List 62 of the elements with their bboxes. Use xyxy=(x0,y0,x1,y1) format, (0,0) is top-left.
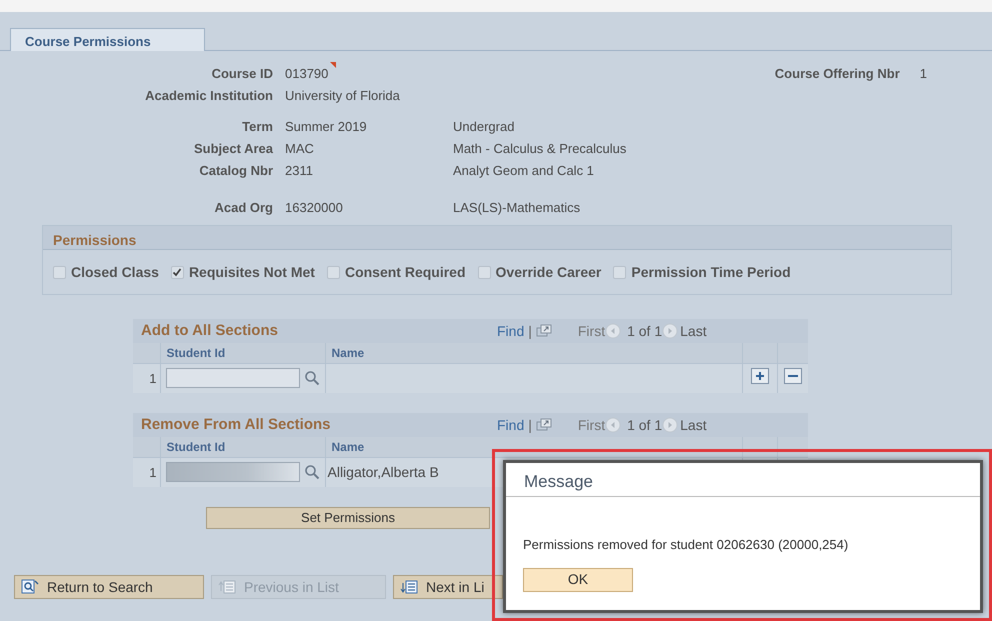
checkbox[interactable] xyxy=(170,266,184,278)
first-link[interactable]: First xyxy=(578,320,606,342)
field-value: 1 xyxy=(920,65,928,84)
field-label: Term xyxy=(241,118,274,136)
field-value: 2311 xyxy=(285,162,313,180)
popup-icon[interactable] xyxy=(536,418,552,432)
section-title: Permissions xyxy=(53,232,136,248)
tab[interactable]: Course Permissions xyxy=(10,28,205,51)
delete-row-icon[interactable] xyxy=(784,368,802,384)
field-description: Analyt Geom and Calc 1 xyxy=(453,162,594,180)
checkbox-label: Requisites Not Met xyxy=(188,262,315,282)
page-count: 1 of 1 xyxy=(627,416,662,434)
search-icon[interactable] xyxy=(304,464,320,480)
row-number: 1 xyxy=(133,363,160,393)
field-value: University of Florida xyxy=(285,87,400,106)
separator: | xyxy=(528,416,532,435)
message-text: Permissions removed for student 02062630 (20000,254) xyxy=(523,536,850,554)
checkbox-label: Consent Required xyxy=(344,262,466,282)
field-value: Summer 2019 xyxy=(285,118,367,136)
checkbox-label: Permission Time Period xyxy=(631,262,791,282)
student-id-field[interactable] xyxy=(166,368,300,388)
checkbox[interactable] xyxy=(613,266,626,278)
field-label: Course Offering Nbr xyxy=(774,65,900,84)
ok-button[interactable]: OK xyxy=(523,568,633,592)
popup-icon[interactable] xyxy=(536,324,552,338)
last-link[interactable]: Last xyxy=(680,320,707,342)
student-name: Alligator,Alberta B xyxy=(328,464,439,480)
field-value: 16320000 xyxy=(285,199,343,218)
search-icon xyxy=(21,579,39,595)
checkbox[interactable] xyxy=(326,266,340,278)
dialog-title: Message xyxy=(524,472,593,491)
list-up-icon xyxy=(218,579,236,595)
set-permissions-button[interactable]: Set Permissions xyxy=(206,506,490,529)
toolbar-button[interactable]: Return to Search xyxy=(14,575,204,599)
grid-title: Remove From All Sections xyxy=(141,414,332,435)
field-description: Math - Calculus & Precalculus xyxy=(453,140,626,158)
field-description: LAS(LS)-Mathematics xyxy=(453,199,580,218)
last-link[interactable]: Last xyxy=(680,414,707,436)
field-description: Undergrad xyxy=(453,118,514,136)
checkbox[interactable] xyxy=(478,266,491,278)
field-label: Course ID xyxy=(210,65,274,84)
separator: | xyxy=(528,322,532,341)
toolbar-button[interactable]: Next in Li xyxy=(393,575,503,599)
field-value: 013790 xyxy=(285,65,328,84)
field-label: Catalog Nbr xyxy=(198,162,274,180)
find-link[interactable]: Find xyxy=(497,320,524,342)
add-row-icon[interactable] xyxy=(750,368,768,384)
field-label: Academic Institution xyxy=(144,87,274,106)
field-label: Subject Area xyxy=(193,140,274,158)
student-id-field[interactable] xyxy=(166,462,300,482)
page-count: 1 of 1 xyxy=(627,322,662,340)
field-value: MAC xyxy=(285,140,314,158)
find-link[interactable]: Find xyxy=(497,414,524,436)
checkbox-label: Override Career xyxy=(496,262,602,282)
checkbox-label: Closed Class xyxy=(71,262,159,282)
first-link[interactable]: First xyxy=(578,414,606,436)
grid-title: Add to All Sections xyxy=(141,320,279,341)
checkbox[interactable] xyxy=(53,266,66,278)
list-down-icon xyxy=(400,579,418,595)
row-number: 1 xyxy=(133,457,160,487)
field-label: Acad Org xyxy=(213,199,274,218)
search-icon[interactable] xyxy=(304,370,320,386)
